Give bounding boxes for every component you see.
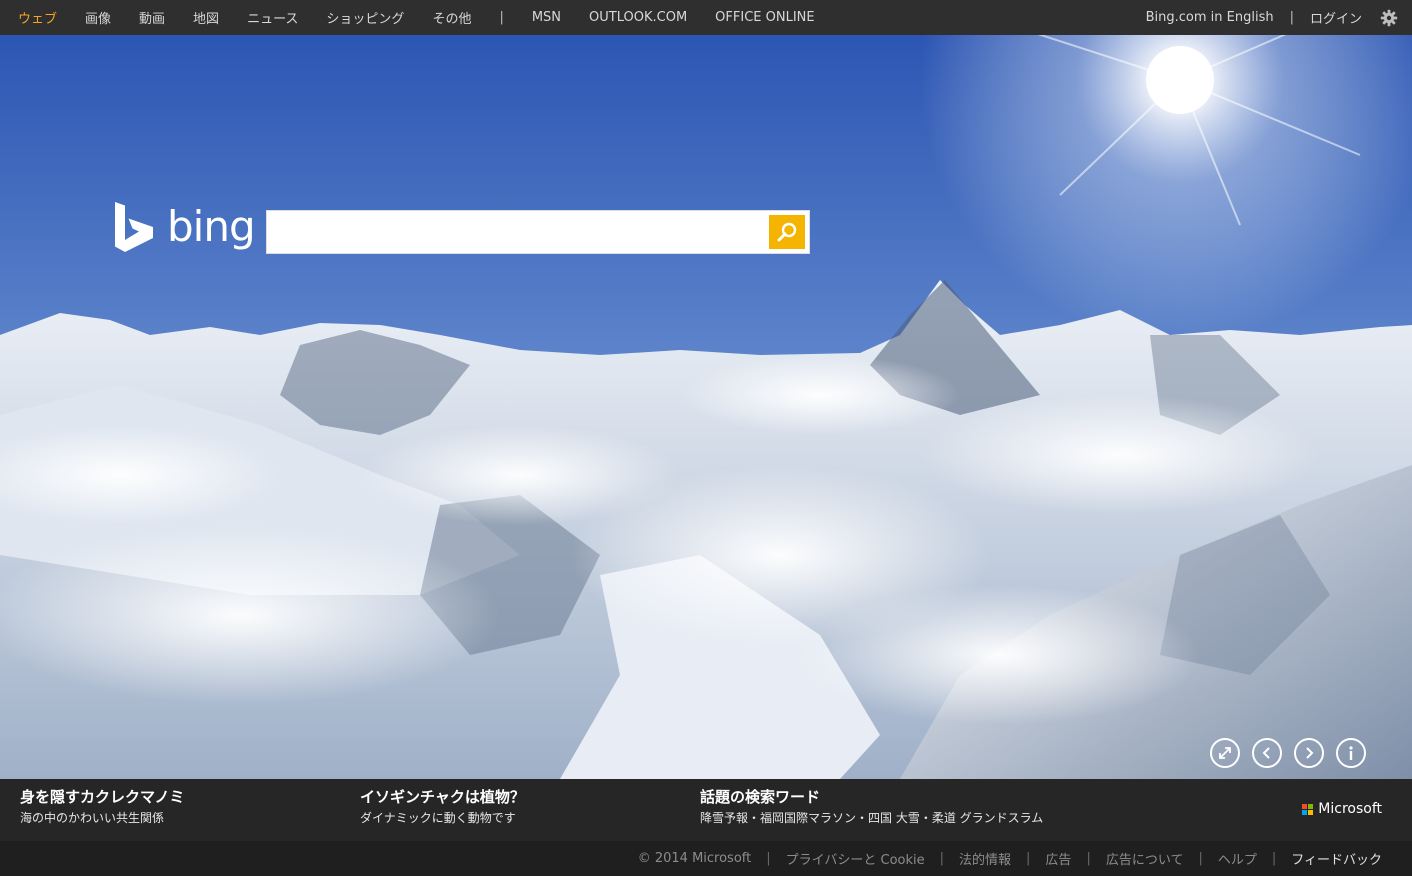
bing-b-icon	[115, 202, 153, 252]
footer-ads-link[interactable]: 広告	[1045, 849, 1071, 868]
search-button[interactable]	[769, 215, 805, 249]
image-info-button[interactable]	[1336, 738, 1366, 768]
previous-image-button[interactable]	[1252, 738, 1282, 768]
login-link[interactable]: ログイン	[1310, 8, 1362, 27]
background-image: bing	[0, 35, 1412, 779]
search-box	[266, 210, 810, 254]
caption-subtitle: 海の中のかわいい共生関係	[20, 811, 165, 825]
mountain-landscape-image	[0, 35, 1412, 779]
nav-news[interactable]: ニュース	[247, 8, 298, 27]
footer-about-ads-link[interactable]: 広告について	[1106, 849, 1184, 868]
microsoft-grid-icon	[1302, 803, 1314, 815]
caption-title: 身を隠すカクレクマノミ	[20, 788, 185, 806]
bing-logo[interactable]: bing	[113, 202, 256, 252]
caption-title: イソギンチャクは植物？	[360, 788, 525, 806]
microsoft-wordmark: Microsoft	[1318, 801, 1382, 817]
nav-right-group: Bing.com in English | ログイン	[1146, 0, 1398, 35]
footer-separator: |	[1086, 851, 1091, 866]
english-link[interactable]: Bing.com in English	[1146, 10, 1274, 25]
nav-videos[interactable]: 動画	[139, 8, 165, 27]
footer-separator: |	[766, 851, 771, 866]
footer-separator: |	[1271, 851, 1277, 866]
footer-privacy-link[interactable]: プライバシーと Cookie	[786, 849, 925, 868]
footer: © 2014 Microsoft | プライバシーと Cookie | 法的情報…	[0, 841, 1412, 876]
footer-separator: |	[1198, 851, 1203, 866]
trending-search-terms[interactable]: 降雪予報・福岡国際マラソン・四国 大雪・柔道 グランドスラム	[700, 809, 1043, 827]
nav-outlook[interactable]: OUTLOOK.COM	[589, 10, 687, 25]
search-input[interactable]	[267, 211, 767, 253]
gear-icon[interactable]	[1380, 9, 1398, 27]
next-image-button[interactable]	[1294, 738, 1324, 768]
footer-separator: |	[939, 851, 945, 866]
nav-msn[interactable]: MSN	[532, 10, 561, 25]
nav-shopping[interactable]: ショッピング	[326, 8, 404, 27]
nav-separator: |	[499, 10, 504, 25]
expand-button[interactable]	[1210, 738, 1240, 768]
nav-left-group: ウェブ 画像 動画 地図 ニュース ショッピング その他 | MSN OUTLO…	[18, 0, 843, 35]
nav-separator: |	[1289, 10, 1294, 25]
expand-icon	[1219, 747, 1231, 759]
caption-subtitle: ダイナミックに動く動物です	[360, 811, 516, 825]
top-navigation-bar: ウェブ 画像 動画 地図 ニュース ショッピング その他 | MSN OUTLO…	[0, 0, 1412, 35]
nav-images[interactable]: 画像	[85, 8, 111, 27]
copyright-text: © 2014 Microsoft	[637, 851, 752, 866]
footer-links: © 2014 Microsoft | プライバシーと Cookie | 法的情報…	[638, 841, 1382, 876]
caption-item[interactable]: 身を隠すカクレクマノミ 海の中のかわいい共生関係	[20, 787, 185, 827]
image-controls	[1210, 738, 1378, 768]
caption-item[interactable]: イソギンチャクは植物？ ダイナミックに動く動物です	[360, 787, 525, 827]
footer-legal-link[interactable]: 法的情報	[959, 849, 1011, 868]
nav-maps[interactable]: 地図	[193, 8, 219, 27]
nav-office-online[interactable]: OFFICE ONLINE	[715, 10, 814, 25]
trending-searches[interactable]: 話題の検索ワード 降雪予報・福岡国際マラソン・四国 大雪・柔道 グランドスラム	[700, 787, 1043, 827]
search-icon	[777, 222, 797, 242]
footer-feedback-link[interactable]: フィードバック	[1291, 849, 1382, 868]
caption-title: 話題の検索ワード	[700, 788, 821, 806]
footer-separator: |	[1026, 851, 1031, 866]
footer-help-link[interactable]: ヘルプ	[1218, 849, 1257, 868]
previous-icon	[1262, 747, 1270, 759]
microsoft-logo[interactable]: Microsoft	[1302, 801, 1382, 817]
nav-web[interactable]: ウェブ	[18, 8, 57, 27]
next-icon	[1306, 747, 1314, 759]
caption-strip: 身を隠すカクレクマノミ 海の中のかわいい共生関係 イソギンチャクは植物？ ダイナ…	[0, 779, 1412, 841]
bing-wordmark: bing	[167, 202, 256, 251]
nav-more[interactable]: その他	[432, 8, 471, 27]
info-icon	[1349, 746, 1353, 760]
